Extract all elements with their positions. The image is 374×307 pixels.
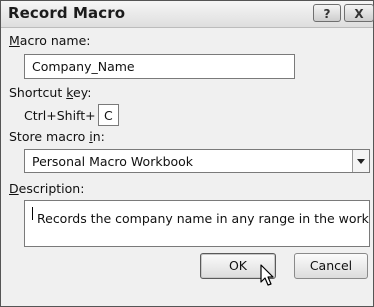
chevron-down-icon[interactable] — [352, 150, 369, 172]
dialog-title: Record Macro — [8, 4, 126, 22]
store-macro-label: Store macro in: — [9, 129, 105, 144]
close-button[interactable]: X — [344, 4, 374, 22]
store-macro-value: Personal Macro Workbook — [32, 154, 194, 169]
description-value: Records the company name in any range in… — [31, 206, 369, 226]
record-macro-dialog: Record Macro ? X Macro name: Company_Nam… — [0, 0, 374, 307]
text-caret — [32, 207, 33, 220]
close-icon: X — [354, 7, 364, 21]
shortcut-prefix: Ctrl+Shift+ — [24, 108, 96, 123]
shortcut-key-label: Shortcut key: — [9, 85, 92, 100]
question-icon: ? — [323, 7, 331, 21]
shortcut-key-value: C — [104, 108, 113, 123]
mouse-pointer-icon — [260, 264, 274, 286]
description-label: Description: — [9, 181, 85, 196]
macro-name-value: Company_Name — [32, 59, 135, 74]
shortcut-key-input[interactable]: C — [98, 104, 119, 126]
description-textarea[interactable]: Records the company name in any range in… — [24, 200, 370, 247]
macro-name-input[interactable]: Company_Name — [24, 54, 295, 79]
macro-name-label: Macro name: — [9, 33, 91, 48]
store-macro-select[interactable]: Personal Macro Workbook — [24, 149, 370, 173]
cancel-button[interactable]: Cancel — [294, 253, 368, 279]
title-bar: Record Macro ? X — [1, 1, 374, 28]
help-button[interactable]: ? — [313, 4, 341, 22]
